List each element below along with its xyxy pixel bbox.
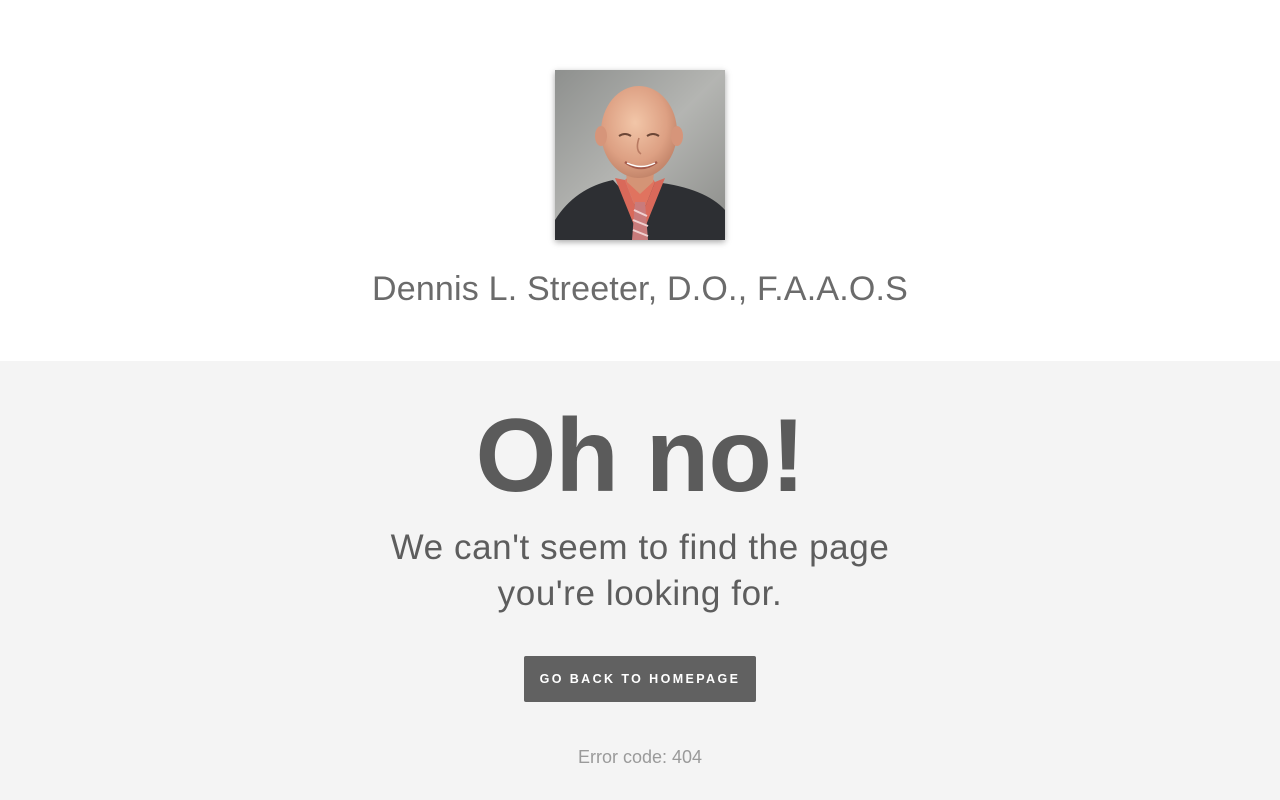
profile-header: Dennis L. Streeter, D.O., F.A.A.O.S [0,0,1280,361]
error-headline: Oh no! [475,398,805,514]
error-message: We can't seem to find the page you're lo… [390,528,890,613]
go-back-to-homepage-button[interactable]: GO BACK TO HOMEPAGE [524,656,756,702]
site-name: Dennis L. Streeter, D.O., F.A.A.O.S [371,270,909,308]
error-section: Oh no! We can't seem to find the page yo… [0,361,1280,800]
avatar [555,70,725,240]
portrait-photo-icon [555,70,725,240]
error-code: Error code: 404 [577,747,703,767]
